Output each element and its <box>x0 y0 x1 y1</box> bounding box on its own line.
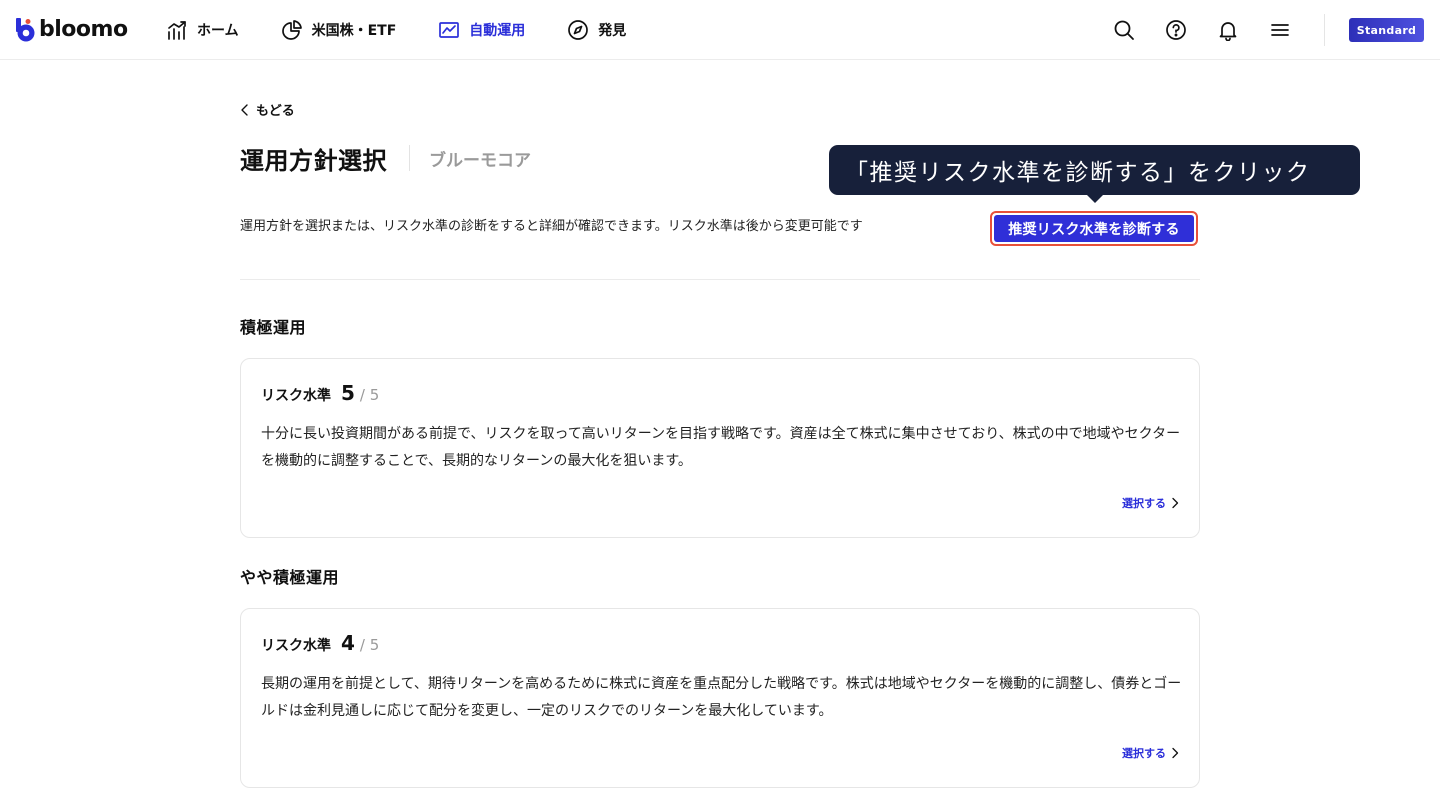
strategy-card-aggressive: リスク水準 5 / 5 十分に長い投資期間がある前提で、リスクを取って高いリター… <box>240 358 1200 538</box>
risk-value: 5 <box>341 381 355 405</box>
top-header: bloomo ホーム 米国株・ETF 自動運用 発見 Standard <box>0 0 1440 60</box>
chevron-left-icon <box>241 103 248 116</box>
instruction-tooltip: 「推奨リスク水準を診断する」をクリック <box>829 145 1360 203</box>
back-label: もどる <box>256 104 295 119</box>
bloomo-logo-mark-icon <box>16 18 36 42</box>
bloomo-logo[interactable]: bloomo <box>16 17 128 43</box>
diagnose-risk-button[interactable]: 推奨リスク水準を診断する <box>994 215 1194 242</box>
nav-label-home: ホーム <box>197 23 239 39</box>
nav-label-auto-invest: 自動運用 <box>469 23 526 39</box>
title-row: 運用方針選択 ブルーモコア <box>240 142 531 175</box>
title-separator <box>409 145 410 171</box>
page-title: 運用方針選択 <box>240 146 387 175</box>
risk-value: 4 <box>341 631 355 655</box>
chevron-right-icon <box>1172 747 1179 759</box>
chart-up-icon <box>166 19 188 41</box>
section-heading-aggressive: 積極運用 <box>240 318 307 337</box>
diagnose-button-highlight: 推奨リスク水準を診断する <box>990 211 1198 246</box>
risk-label: リスク水準 <box>261 638 331 654</box>
section-divider <box>240 279 1200 280</box>
strategy-card-moderately-aggressive: リスク水準 4 / 5 長期の運用を前提として、期待リターンを高めるために株式に… <box>240 608 1200 788</box>
section-heading-moderately-aggressive: やや積極運用 <box>240 568 340 587</box>
strategy-description: 長期の運用を前提として、期待リターンを高めるために株式に資産を重点配分した戦略で… <box>261 676 1182 719</box>
tooltip-text: 「推奨リスク水準を診断する」をクリック <box>845 160 1311 186</box>
pie-chart-icon <box>281 19 303 41</box>
help-icon[interactable] <box>1164 18 1188 42</box>
header-actions: Standard <box>1084 0 1424 60</box>
header-divider <box>1324 14 1325 46</box>
chevron-right-icon <box>1172 497 1179 509</box>
bell-icon[interactable] <box>1216 18 1240 42</box>
risk-level-row: リスク水準 4 / 5 <box>261 631 379 655</box>
strategy-description: 十分に長い投資期間がある前提で、リスクを取って高いリターンを目指す戦略です。資産… <box>261 426 1181 469</box>
main-nav: ホーム 米国株・ETF 自動運用 発見 <box>166 0 668 60</box>
logo-text: bloomo <box>39 17 128 42</box>
menu-icon[interactable] <box>1268 18 1292 42</box>
risk-max: / 5 <box>359 386 380 404</box>
nav-label-us-stocks: 米国株・ETF <box>311 23 397 39</box>
nav-item-auto-invest[interactable]: 自動運用 <box>438 0 525 60</box>
select-label: 選択する <box>1122 747 1166 760</box>
nav-item-home[interactable]: ホーム <box>166 0 239 60</box>
search-icon[interactable] <box>1112 18 1136 42</box>
page-subtitle: ブルーモコア <box>429 150 531 171</box>
tooltip-arrow <box>1087 195 1103 203</box>
plan-badge[interactable]: Standard <box>1349 18 1424 42</box>
nav-item-discover[interactable]: 発見 <box>567 0 626 60</box>
risk-max: / 5 <box>359 636 380 654</box>
nav-item-us-stocks[interactable]: 米国株・ETF <box>281 0 397 60</box>
back-link[interactable]: もどる <box>240 100 295 119</box>
page-description: 運用方針を選択または、リスク水準の診断をすると詳細が確認できます。リスク水準は後… <box>240 219 863 234</box>
select-strategy-link[interactable]: 選択する <box>1122 745 1179 761</box>
risk-label: リスク水準 <box>261 388 331 404</box>
line-chart-icon <box>438 19 460 41</box>
select-label: 選択する <box>1122 497 1166 510</box>
compass-icon <box>567 19 589 41</box>
select-strategy-link[interactable]: 選択する <box>1122 495 1179 511</box>
nav-label-discover: 発見 <box>598 23 627 39</box>
risk-level-row: リスク水準 5 / 5 <box>261 381 379 405</box>
